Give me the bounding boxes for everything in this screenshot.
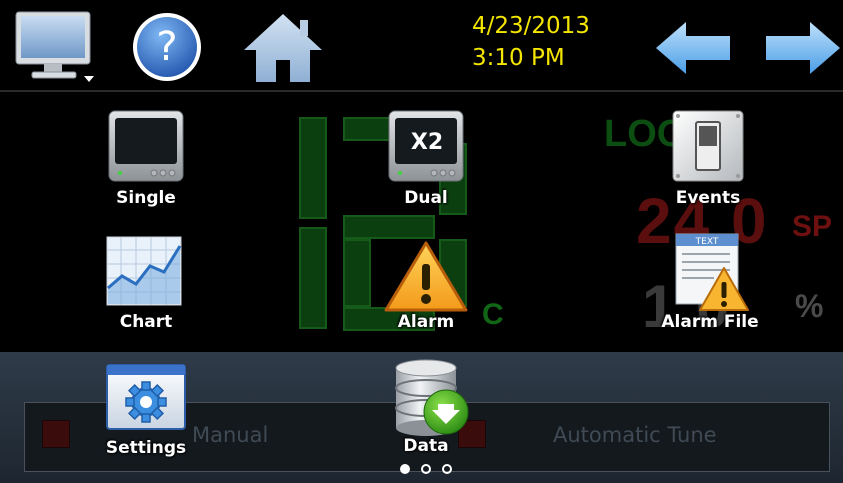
alarm-file-icon: TEXT <box>674 232 750 312</box>
data-icon <box>392 358 472 438</box>
menu-item-alarm[interactable]: Alarm <box>376 240 476 340</box>
manual-label: Manual <box>192 423 269 447</box>
menu-item-label: Settings <box>105 438 187 458</box>
date-display: 4/23/2013 <box>472 13 590 39</box>
page-dot[interactable] <box>421 464 431 474</box>
svg-text:?: ? <box>156 24 177 70</box>
menu-item-label: Events <box>675 188 741 208</box>
menu-item-label: Chart <box>119 312 173 332</box>
menu-item-label: Dual <box>404 188 448 208</box>
menu-item-chart[interactable]: Chart <box>94 236 198 340</box>
menu-item-label: Single <box>116 188 176 208</box>
menu-item-label: Alarm <box>397 312 455 332</box>
arrow-left-icon[interactable] <box>654 20 732 76</box>
settings-icon <box>106 364 186 430</box>
menu-item-alarm-file[interactable]: TEXT Alarm File <box>650 232 770 340</box>
output-percent-unit: % <box>795 288 824 324</box>
temp-unit-label: C <box>482 298 504 331</box>
time-display: 3:10 PM <box>472 45 565 71</box>
menu-item-settings[interactable]: Settings <box>96 360 196 466</box>
doc-title: TEXT <box>695 237 719 247</box>
home-icon[interactable] <box>242 12 324 84</box>
page-dot-active[interactable] <box>400 464 410 474</box>
menu-item-events[interactable]: Events <box>658 110 758 214</box>
page-dot[interactable] <box>442 464 452 474</box>
page-indicator[interactable] <box>398 463 462 477</box>
alarm-icon <box>384 240 468 312</box>
menu-item-single[interactable]: Single <box>96 110 196 214</box>
chart-icon <box>106 236 182 306</box>
events-switch-icon <box>672 110 744 182</box>
manual-indicator <box>42 420 70 448</box>
arrow-right-icon[interactable] <box>764 20 842 76</box>
help-icon[interactable]: ? <box>130 10 204 84</box>
menu-item-data[interactable]: Data <box>376 356 476 464</box>
top-bar: ? 4/23/2013 3:10 PM <box>0 0 843 92</box>
menu-item-label: Data <box>403 436 449 456</box>
single-view-icon <box>108 110 184 182</box>
setpoint-unit: SP <box>792 210 833 243</box>
monitor-icon[interactable] <box>14 10 98 84</box>
menu-item-label: Alarm File <box>661 312 759 332</box>
menu-item-dual[interactable]: X2 Dual <box>376 110 476 214</box>
dual-badge: X2 <box>410 130 444 155</box>
autotune-label: Automatic Tune <box>553 423 717 447</box>
